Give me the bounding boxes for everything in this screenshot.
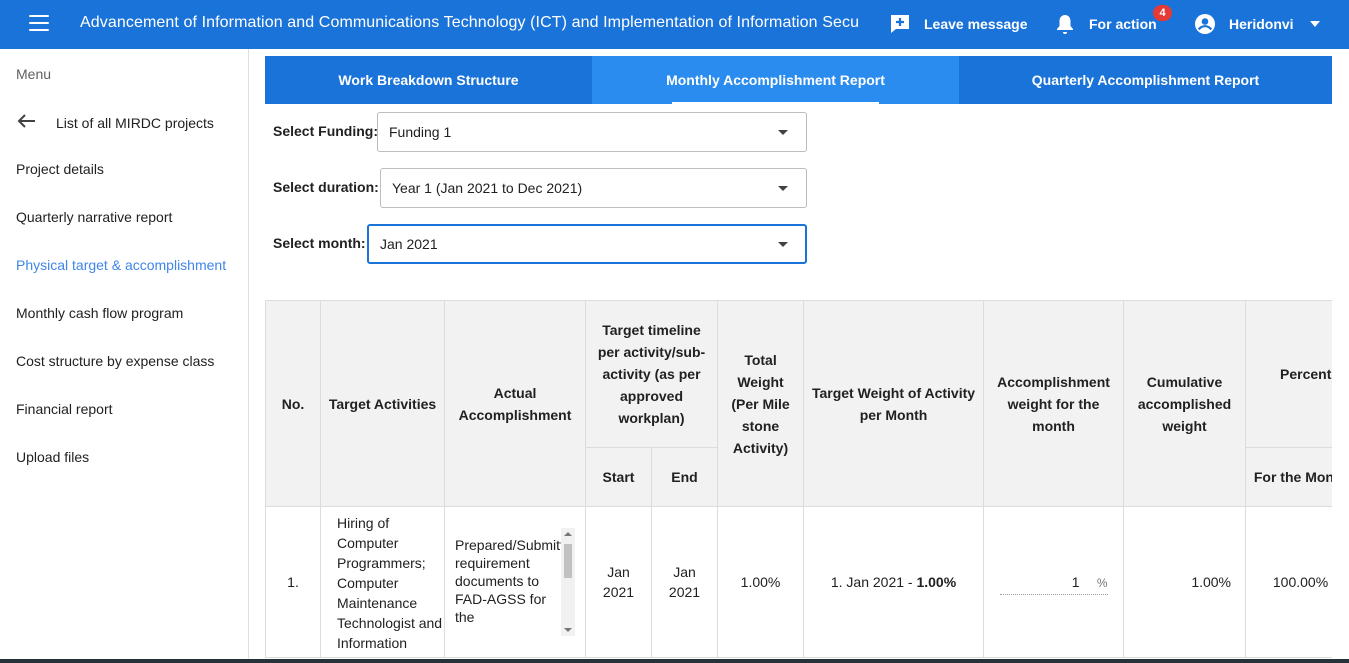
sidebar-item-cost-structure[interactable]: Cost structure by expense class: [16, 353, 214, 369]
sidebar-item-quarterly-narrative[interactable]: Quarterly narrative report: [16, 209, 172, 225]
funding-value: Funding 1: [389, 124, 452, 140]
tab-monthly-accomplishment[interactable]: Monthly Accomplishment Report: [592, 56, 959, 104]
header-no: No.: [265, 300, 321, 507]
total-weight-cell: 1.00%: [717, 506, 805, 658]
actual-accomplishment-cell: Prepared/Submitted requirement documents…: [444, 506, 586, 658]
header-percent-accomplishment: Percent Accomplishment: [1245, 300, 1332, 448]
project-title: Advancement of Information and Communica…: [80, 14, 860, 31]
start-cell: Jan 2021: [585, 506, 652, 658]
percent-unit: %: [1096, 576, 1108, 590]
scroll-thumb[interactable]: [564, 544, 572, 578]
dropdown-caret-icon: [778, 186, 788, 191]
header-for-the-month: For the Month: [1245, 447, 1332, 507]
actual-accomplishment-text: Prepared/Submitted requirement documents…: [455, 537, 575, 625]
accomplishment-table: No. Target Activities Actual Accomplishm…: [265, 300, 1332, 658]
sidebar-item-financial-report[interactable]: Financial report: [16, 401, 113, 417]
duration-select[interactable]: Year 1 (Jan 2021 to Dec 2021): [380, 168, 807, 208]
tab-work-breakdown[interactable]: Work Breakdown Structure: [265, 56, 592, 104]
textarea-scrollbar[interactable]: [561, 528, 575, 636]
target-activity-text: Hiring of Computer Programmers; Computer…: [337, 515, 443, 651]
scroll-up-icon[interactable]: [564, 532, 572, 536]
sidebar: Menu List of all MIRDC projects Project …: [0, 49, 249, 663]
bottom-edge: [0, 659, 1349, 663]
sidebar-item-upload-files[interactable]: Upload files: [16, 449, 89, 465]
account-circle-icon: [1194, 13, 1216, 35]
for-action-button[interactable]: For action: [1055, 13, 1157, 35]
back-label: List of all MIRDC projects: [56, 114, 214, 131]
leave-message-label: Leave message: [924, 16, 1028, 32]
accomplishment-table-container[interactable]: No. Target Activities Actual Accomplishm…: [265, 300, 1332, 663]
actual-accomplishment-textarea[interactable]: Prepared/Submitted requirement documents…: [455, 528, 575, 636]
funding-filter: Select Funding:: [273, 123, 378, 139]
tab-quarterly-accomplishment[interactable]: Quarterly Accomplishment Report: [959, 56, 1332, 104]
duration-label: Select duration:: [273, 179, 379, 195]
dropdown-caret-icon: [778, 130, 788, 135]
menu-heading: Menu: [16, 66, 52, 82]
notification-count-badge: 4: [1153, 5, 1172, 21]
target-weight-cell: 1. Jan 2021 - 1.00%: [803, 506, 985, 658]
month-select[interactable]: Jan 2021: [367, 224, 807, 264]
header-target-timeline: Target timeline per activity/sub-activit…: [584, 300, 719, 448]
target-activity-cell: Hiring of Computer Programmers; Computer…: [320, 506, 445, 658]
header-start: Start: [585, 447, 652, 507]
sidebar-item-physical-target[interactable]: Physical target & accomplishment: [16, 257, 226, 273]
caret-down-icon: [1309, 21, 1320, 27]
funding-label: Select Funding:: [273, 123, 378, 139]
arrow-back-icon: [16, 113, 36, 132]
sidebar-item-project-details[interactable]: Project details: [16, 161, 104, 177]
target-weight-value: 1.00%: [916, 574, 957, 590]
top-app-bar: Advancement of Information and Communica…: [0, 0, 1349, 49]
user-name: Heridonvi: [1229, 16, 1294, 32]
duration-value: Year 1 (Jan 2021 to Dec 2021): [392, 180, 583, 196]
duration-filter: Select duration:: [273, 179, 379, 195]
month-value: Jan 2021: [380, 236, 438, 252]
month-label: Select month:: [273, 235, 366, 251]
main-content: Work Breakdown Structure Monthly Accompl…: [249, 49, 1349, 663]
user-menu[interactable]: Heridonvi: [1194, 13, 1320, 35]
header-end: End: [650, 447, 719, 507]
cumulative-cell: 1.00%: [1123, 506, 1247, 658]
header-target-activities: Target Activities: [320, 300, 445, 507]
for-action-label: For action: [1089, 16, 1157, 32]
accomp-weight-value: 1: [1071, 573, 1080, 590]
header-actual-accomplishment: Actual Accomplishment: [444, 300, 586, 507]
sidebar-item-monthly-cash-flow[interactable]: Monthly cash flow program: [16, 305, 183, 321]
dropdown-caret-icon: [778, 242, 788, 247]
end-cell: Jan 2021: [650, 506, 719, 658]
header-accomp-weight-month: Accomplishment weight for the month: [983, 300, 1125, 507]
header-total-weight: Total Weight (Per Mile stone Activity): [717, 300, 805, 507]
bell-icon: [1055, 13, 1075, 35]
funding-select[interactable]: Funding 1: [377, 112, 807, 152]
add-comment-icon: [889, 13, 911, 35]
table-row: 1. Hiring of Computer Programmers; Compu…: [265, 506, 1332, 658]
back-to-project-list[interactable]: List of all MIRDC projects: [16, 113, 214, 132]
percent-for-month-cell: 100.00%: [1245, 506, 1332, 658]
header-cumulative-weight: Cumulative accomplished weight: [1123, 300, 1247, 507]
report-tabs: Work Breakdown Structure Monthly Accompl…: [265, 56, 1332, 104]
accomp-weight-cell: 1 %: [983, 506, 1125, 658]
month-filter: Select month:: [273, 235, 366, 251]
menu-icon[interactable]: [29, 15, 49, 33]
accomp-weight-input[interactable]: 1 %: [999, 569, 1108, 595]
row-number: 1.: [265, 506, 321, 658]
target-weight-prefix: 1. Jan 2021 -: [830, 574, 917, 590]
scroll-down-icon[interactable]: [564, 628, 572, 632]
header-target-weight-month: Target Weight of Activity per Month: [803, 300, 985, 507]
leave-message-button[interactable]: Leave message: [889, 13, 1028, 35]
